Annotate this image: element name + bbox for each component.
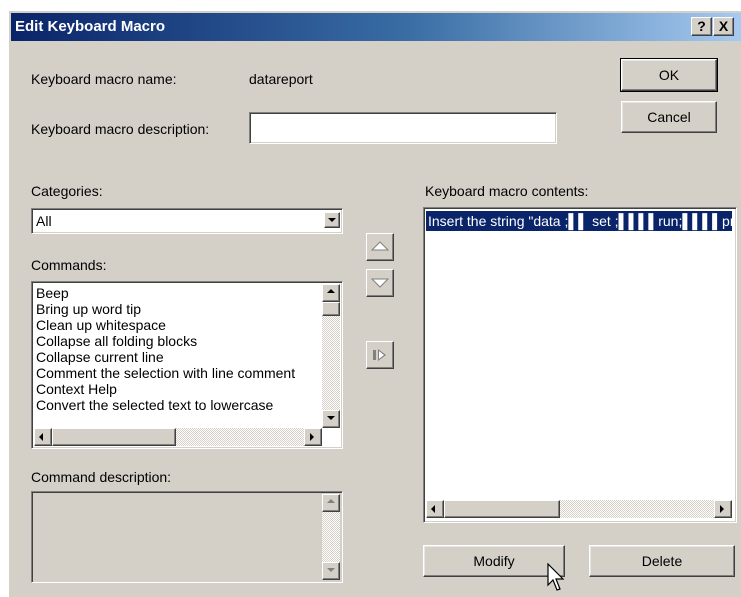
window-title: Edit Keyboard Macro [15, 18, 166, 35]
title-bar[interactable]: Edit Keyboard Macro ? X [11, 13, 741, 41]
scroll-down-button[interactable] [322, 410, 340, 428]
contents-horizontal-scrollbar[interactable] [426, 500, 732, 518]
list-item[interactable]: Context Help [34, 381, 318, 397]
macro-contents-label: Keyboard macro contents: [425, 183, 589, 199]
move-up-button[interactable] [366, 233, 394, 261]
scroll-up-button[interactable] [322, 284, 340, 302]
commands-label: Commands: [31, 257, 107, 273]
chevron-left-icon [39, 433, 43, 441]
list-item[interactable]: Convert the selected text to lowercase [34, 397, 318, 413]
cancel-button[interactable]: Cancel [621, 101, 717, 133]
list-item[interactable]: Comment the selection with line comment [34, 365, 318, 381]
delete-button[interactable]: Delete [589, 545, 735, 577]
scroll-right-button[interactable] [304, 428, 322, 446]
commands-listbox[interactable]: Beep Bring up word tip Clean up whitespa… [31, 281, 343, 449]
chevron-up-icon [327, 499, 335, 503]
macro-description-label: Keyboard macro description: [31, 121, 210, 137]
add-arrow-icon [373, 349, 386, 361]
list-item[interactable]: Beep [34, 285, 318, 301]
commands-vertical-scrollbar[interactable] [322, 284, 340, 428]
chevron-left-icon [431, 505, 435, 513]
scroll-thumb[interactable] [444, 500, 560, 518]
categories-dropdown[interactable]: All [31, 208, 343, 234]
edit-keyboard-macro-dialog: Edit Keyboard Macro ? X Keyboard macro n… [8, 10, 741, 597]
triangle-down-icon [370, 278, 390, 288]
add-to-macro-button[interactable] [366, 341, 394, 369]
close-button[interactable]: X [713, 17, 734, 36]
scroll-left-button[interactable] [34, 428, 52, 446]
chevron-right-icon [310, 433, 314, 441]
command-description-label: Command description: [31, 469, 172, 485]
list-item[interactable]: Clean up whitespace [34, 317, 318, 333]
categories-dropdown-arrow[interactable] [324, 212, 340, 228]
list-item[interactable]: Insert the string "data ;▌▌ set ;▌▌▌▌run… [426, 211, 732, 231]
macro-name-label: Keyboard macro name: [31, 71, 177, 87]
scroll-right-button[interactable] [714, 500, 732, 518]
chevron-down-icon [327, 416, 335, 420]
move-down-button[interactable] [366, 269, 394, 297]
scroll-thumb[interactable] [322, 302, 340, 316]
mouse-cursor-icon [547, 563, 565, 591]
categories-label: Categories: [31, 183, 103, 199]
chevron-up-icon [327, 289, 335, 293]
scroll-up-button [322, 494, 340, 512]
commands-horizontal-scrollbar[interactable] [34, 428, 322, 446]
command-description-box [31, 491, 343, 583]
ok-button[interactable]: OK [620, 58, 718, 92]
commands-list: Beep Bring up word tip Clean up whitespa… [34, 285, 318, 425]
categories-selected-value: All [36, 213, 52, 229]
help-button[interactable]: ? [691, 17, 712, 36]
list-item[interactable]: Collapse current line [34, 349, 318, 365]
list-item[interactable]: Collapse all folding blocks [34, 333, 318, 349]
scroll-left-button[interactable] [426, 500, 444, 518]
list-item[interactable]: Bring up word tip [34, 301, 318, 317]
scroll-down-button [322, 562, 340, 580]
triangle-up-icon [370, 241, 390, 251]
macro-name-value: datareport [249, 71, 313, 87]
modify-button[interactable]: Modify [423, 545, 565, 577]
scroll-thumb[interactable] [52, 428, 176, 446]
chevron-down-icon [328, 218, 336, 222]
macro-description-input[interactable] [249, 112, 557, 144]
chevron-right-icon [720, 505, 724, 513]
chevron-down-icon [327, 568, 335, 572]
description-vertical-scrollbar [322, 494, 340, 580]
macro-contents-listbox[interactable]: Insert the string "data ;▌▌ set ;▌▌▌▌run… [423, 207, 737, 523]
